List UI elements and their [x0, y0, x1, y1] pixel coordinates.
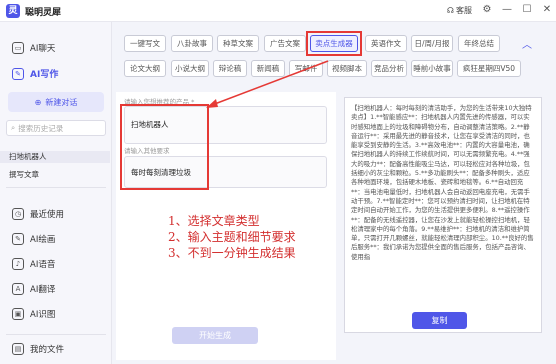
clock-icon: ◷ — [12, 208, 24, 220]
tool-ai-image[interactable]: ▣ AI识图 — [12, 308, 55, 320]
tool-ai-translate[interactable]: A AI翻译 — [12, 283, 55, 295]
tool-ai-paint[interactable]: ✎ AI绘画 — [12, 233, 55, 245]
new-chat-button[interactable]: ⊕ 新建对话 — [8, 92, 104, 112]
copy-button[interactable]: 复制 — [412, 312, 467, 329]
my-files-label: 我的文件 — [30, 345, 65, 355]
output-text: 【扫地机器人：每时每刻的清洁助手，为您的生活带来10大独特卖点】1.**智能感应… — [351, 104, 534, 261]
highlight-box — [306, 31, 362, 56]
customer-service-button[interactable]: ☊ 客服 — [447, 5, 472, 16]
image-icon: ▣ — [12, 308, 24, 320]
nav-ai-chat-label: AI聊天 — [30, 44, 56, 54]
plus-icon: ⊕ — [34, 97, 42, 107]
search-icon: ⌕ — [11, 123, 16, 132]
new-chat-label: 新建对话 — [45, 97, 78, 107]
tool-label: AI识图 — [30, 310, 56, 320]
arrow-annotation — [206, 60, 329, 108]
tag-button[interactable]: 广告文案 — [264, 35, 306, 52]
title-bar: 灵 聪明灵犀 ☊ 客服 ⚙ — ☐ ✕ — [0, 0, 556, 22]
nav-ai-write[interactable]: ✎ AI写作 — [12, 67, 58, 80]
tag-button[interactable]: 睡前小故事 — [411, 60, 453, 77]
customer-service-label: 客服 — [456, 5, 472, 15]
instruction-step-2: 2、输入主题和细节要求 — [168, 230, 296, 244]
instruction-step-3: 3、不到一分钟生成结果 — [168, 246, 296, 260]
close-button[interactable]: ✕ — [542, 4, 552, 16]
tag-button[interactable]: 竞品分析 — [371, 60, 407, 77]
divider — [6, 187, 106, 188]
history-item[interactable]: 撰写文章 — [9, 169, 39, 180]
divider — [6, 334, 106, 335]
output-panel: 【扫地机器人：每时每刻的清洁助手，为您的生活带来10大独特卖点】1.**智能感应… — [344, 97, 542, 333]
nav-ai-chat[interactable]: ▭ AI聊天 — [12, 42, 55, 54]
highlight-box — [120, 104, 209, 190]
tag-button[interactable]: 八卦故事 — [171, 35, 213, 52]
app-logo-icon: 灵 — [6, 4, 20, 18]
tool-label: AI语音 — [30, 260, 56, 270]
paint-icon: ✎ — [12, 233, 24, 245]
instruction-step-1: 1、选择文章类型 — [168, 214, 260, 228]
pen-icon: ✎ — [12, 67, 24, 80]
tool-label: AI翻译 — [30, 285, 56, 295]
sidebar: ▭ AI聊天 ✎ AI写作 ⊕ 新建对话 ⌕ 搜索历史记录 扫地机器人 撰写文章… — [0, 22, 112, 364]
generate-button[interactable]: 开始生成 — [172, 327, 258, 344]
tag-button[interactable]: 疯狂星期四V50 — [457, 60, 521, 77]
tool-ai-voice[interactable]: ♪ AI语音 — [12, 258, 55, 270]
tool-label: AI绘画 — [30, 235, 56, 245]
app-title: 聪明灵犀 — [25, 8, 62, 18]
chevron-up-icon[interactable]: ︿ — [522, 36, 532, 51]
tag-button[interactable]: 英语作文 — [365, 35, 407, 52]
voice-icon: ♪ — [12, 258, 24, 270]
history-search[interactable]: ⌕ 搜索历史记录 — [6, 120, 106, 136]
headset-icon: ☊ — [446, 5, 454, 15]
my-files[interactable]: ▤ 我的文件 — [12, 343, 64, 355]
tool-label: 最近使用 — [30, 210, 65, 220]
minimize-button[interactable]: — — [502, 4, 512, 16]
history-search-placeholder: 搜索历史记录 — [18, 123, 64, 133]
chat-icon: ▭ — [12, 42, 24, 54]
maximize-button[interactable]: ☐ — [522, 4, 532, 16]
tag-button[interactable]: 种草文案 — [217, 35, 259, 52]
history-item[interactable]: 扫地机器人 — [0, 151, 110, 163]
tag-button[interactable]: 一键写文 — [124, 35, 166, 52]
tag-button[interactable]: 论文大纲 — [124, 60, 166, 77]
tool-recent[interactable]: ◷ 最近使用 — [12, 208, 64, 220]
folder-icon: ▤ — [12, 343, 24, 355]
translate-icon: A — [12, 283, 24, 295]
tag-button[interactable]: 日/周/月报 — [411, 35, 453, 52]
nav-ai-write-label: AI写作 — [30, 70, 59, 80]
settings-icon[interactable]: ⚙ — [482, 4, 492, 16]
tag-button[interactable]: 年终总结 — [458, 35, 500, 52]
